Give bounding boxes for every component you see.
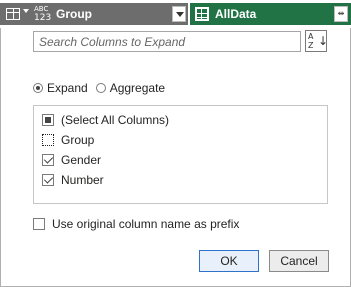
- alldata-column-header[interactable]: AllData ⇹: [190, 3, 351, 25]
- table-icon[interactable]: [6, 8, 20, 20]
- gender-checkbox[interactable]: [42, 154, 54, 166]
- search-columns-field[interactable]: [33, 31, 301, 52]
- text-number-type-icon[interactable]: ABC 123: [34, 5, 52, 23]
- ok-button[interactable]: OK: [199, 250, 259, 272]
- table-menu-chevron-icon[interactable]: [23, 9, 29, 13]
- search-input[interactable]: [34, 32, 300, 51]
- expand-dialog: A Z ↓ Expand Aggregate (Select All Colum…: [0, 28, 351, 287]
- column-name-group: Group: [56, 7, 92, 21]
- aggregate-radio[interactable]: [95, 83, 106, 93]
- group-column-header[interactable]: ABC 123 Group: [0, 3, 188, 25]
- expand-radio[interactable]: [33, 83, 43, 93]
- list-item-select-all[interactable]: (Select All Columns): [42, 111, 169, 129]
- expand-arrows-icon[interactable]: ⇹: [334, 6, 348, 22]
- sort-arrow-icon: ↓: [318, 34, 329, 48]
- select-all-label[interactable]: (Select All Columns): [61, 113, 169, 127]
- number-checkbox[interactable]: [42, 174, 54, 186]
- aggregate-radio-label[interactable]: Aggregate: [110, 81, 165, 95]
- list-item-group[interactable]: Group: [42, 131, 94, 149]
- list-item-gender[interactable]: Gender: [42, 151, 101, 169]
- number-label[interactable]: Number: [61, 173, 104, 187]
- cancel-button[interactable]: Cancel: [269, 250, 329, 272]
- prefix-option-row[interactable]: Use original column name as prefix: [33, 216, 239, 232]
- gender-label[interactable]: Gender: [61, 153, 101, 167]
- column-name-alldata: AllData: [215, 7, 257, 21]
- grid-icon: [195, 7, 209, 21]
- group-checkbox[interactable]: [42, 134, 54, 146]
- select-all-checkbox[interactable]: [42, 114, 54, 126]
- mode-radio-group: Expand Aggregate: [33, 80, 173, 96]
- column-header-bar: ABC 123 Group AllData ⇹: [0, 0, 351, 28]
- prefix-checkbox[interactable]: [33, 218, 45, 230]
- sort-az-icon: A Z: [308, 32, 314, 50]
- expand-radio-label[interactable]: Expand: [47, 81, 88, 95]
- group-label[interactable]: Group: [61, 133, 94, 147]
- chevron-down-icon[interactable]: [172, 6, 186, 22]
- list-item-number[interactable]: Number: [42, 171, 104, 189]
- sort-az-button[interactable]: A Z ↓: [305, 30, 329, 52]
- columns-list: (Select All Columns) Group Gender Number: [33, 105, 328, 204]
- prefix-label[interactable]: Use original column name as prefix: [52, 217, 239, 231]
